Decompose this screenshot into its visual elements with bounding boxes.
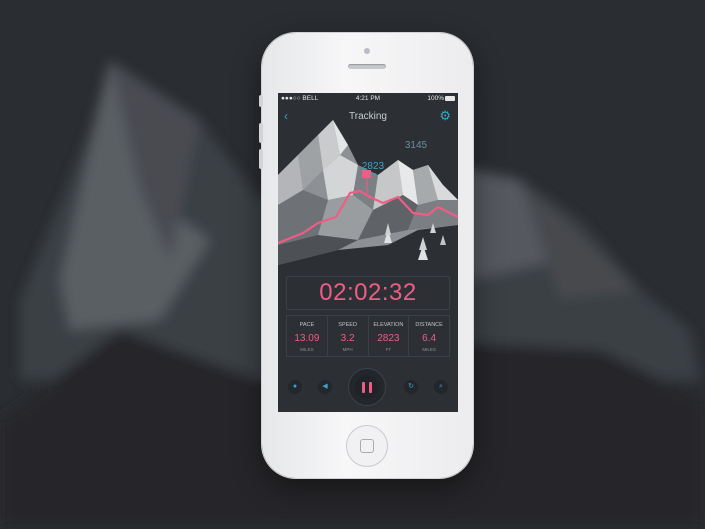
elevation-map	[278, 115, 458, 265]
stat-unit: MILES	[300, 347, 314, 352]
stat-label: DISTANCE	[415, 322, 443, 328]
status-bar: ●●●○○ BELL 4:21 PM 100%	[278, 93, 458, 105]
peak-elevation-label: 3145	[404, 140, 428, 151]
stat-value: 13.09	[294, 333, 320, 344]
stat-unit: FT	[385, 347, 392, 352]
nav-bar: ‹ Tracking ⚙	[278, 107, 458, 125]
stat-value: 3.2	[340, 333, 355, 344]
pause-bar-right	[369, 382, 372, 393]
elapsed-timer: 02:02:32	[286, 276, 450, 310]
current-elevation-label: 2823	[361, 161, 385, 172]
gear-icon[interactable]: ⚙	[439, 109, 451, 122]
home-square-icon	[360, 439, 374, 453]
stats-panel: PACE 13.09 MILES SPEED 3.2 MPH ELEVATION…	[286, 315, 450, 357]
stat-label: ELEVATION	[373, 322, 404, 328]
person-icon[interactable]: ●	[288, 380, 302, 394]
page-title: Tracking	[349, 111, 387, 122]
mute-switch	[259, 95, 263, 107]
stat-unit: MPH	[342, 347, 353, 352]
volume-down-button	[259, 149, 263, 169]
speaker-icon[interactable]: ◀	[318, 380, 332, 394]
stat-value: 6.4	[422, 333, 437, 344]
stat-label: SPEED	[338, 322, 357, 328]
stat-speed: SPEED 3.2 MPH	[328, 316, 369, 356]
stat-value: 2823	[377, 333, 400, 344]
battery-percent: 100%	[427, 95, 444, 102]
current-elevation-unit: FT	[370, 172, 376, 177]
battery-icon	[445, 96, 455, 101]
volume-up-button	[259, 123, 263, 143]
phone-frame: ●●●○○ BELL 4:21 PM 100% ‹ Tracking ⚙ 314…	[259, 33, 473, 478]
earpiece-speaker	[348, 64, 386, 69]
stat-unit: MILES	[422, 347, 436, 352]
front-camera	[364, 48, 370, 54]
stat-pace: PACE 13.09 MILES	[287, 316, 328, 356]
pause-icon	[355, 375, 379, 399]
refresh-icon[interactable]: ↻	[404, 380, 418, 394]
pause-button[interactable]	[348, 368, 386, 406]
pause-bar-left	[362, 382, 365, 393]
stat-elevation: ELEVATION 2823 FT	[369, 316, 410, 356]
control-bar: ● ◀ ↻ ⌕	[278, 365, 458, 406]
stat-distance: DISTANCE 6.4 MILES	[409, 316, 449, 356]
stat-label: PACE	[299, 322, 315, 328]
search-icon[interactable]: ⌕	[434, 380, 448, 394]
screen: ●●●○○ BELL 4:21 PM 100% ‹ Tracking ⚙ 314…	[278, 93, 458, 412]
home-button[interactable]	[346, 425, 388, 467]
